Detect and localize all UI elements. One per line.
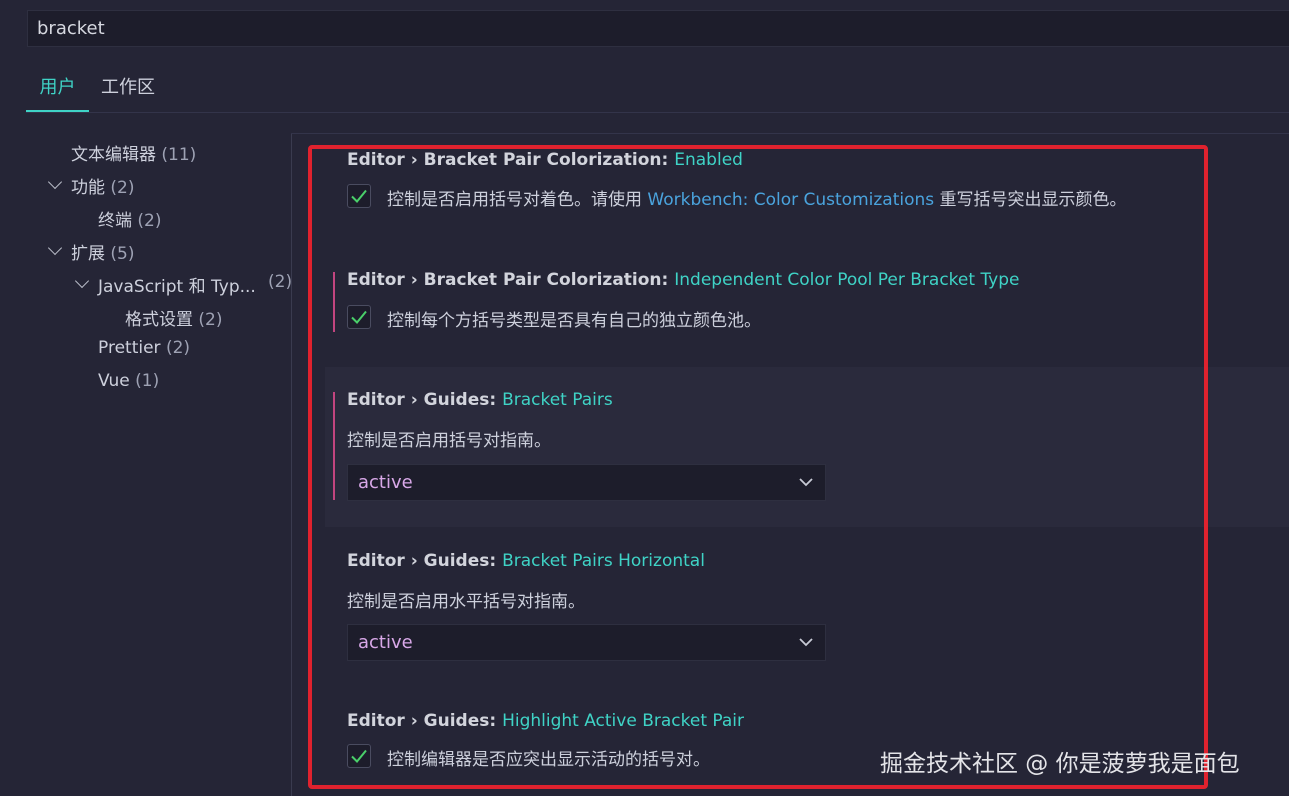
toc-count: (2): [268, 272, 293, 292]
toc-count: (5): [110, 244, 135, 264]
toc-count: (2): [198, 310, 223, 330]
toc-label: JavaScript 和 Typ...: [98, 277, 256, 297]
toc-count: (2): [110, 178, 135, 198]
watermark: 掘金技术社区 @ 你是菠萝我是面包: [880, 751, 1240, 777]
toc-item-extensions[interactable]: 扩展 (5): [71, 239, 135, 264]
chevron-down-icon[interactable]: [47, 174, 63, 190]
tab-workspace[interactable]: 工作区: [101, 70, 155, 112]
toc-label: 终端: [98, 211, 132, 231]
toc-label: 扩展: [71, 244, 105, 264]
toc-count: (2): [165, 338, 191, 358]
toc-count: (11): [161, 145, 197, 165]
toc-item-terminal[interactable]: 终端 (2): [98, 206, 162, 231]
toc-label: Vue: [98, 371, 130, 391]
toc-count: (2): [137, 211, 162, 231]
settings-panel-top-border: [291, 133, 1289, 134]
toc-count: (1): [135, 371, 160, 391]
toc-item-text-editor[interactable]: 文本编辑器 (11): [71, 140, 196, 165]
toc-label: 文本编辑器: [71, 145, 156, 165]
toc-item-javascript-typescript[interactable]: JavaScript 和 Typ... (2): [98, 272, 292, 297]
toc-item-formatting[interactable]: 格式设置 (2): [125, 305, 223, 330]
highlight-annotation-box: [308, 145, 1208, 789]
chevron-down-icon[interactable]: [74, 273, 90, 289]
chevron-down-icon[interactable]: [47, 240, 63, 256]
toc-item-features[interactable]: 功能 (2): [71, 173, 135, 198]
settings-panel-border: [291, 133, 292, 796]
toc-item-prettier[interactable]: Prettier (2): [98, 338, 190, 358]
toc-item-vue[interactable]: Vue (1): [98, 371, 159, 391]
settings-search-input[interactable]: bracket: [27, 10, 1289, 47]
toc-label: Prettier: [98, 338, 161, 358]
toc-label: 格式设置: [125, 310, 193, 330]
tabs-divider: [26, 112, 1289, 113]
tab-user[interactable]: 用户: [26, 70, 89, 112]
toc-label: 功能: [71, 178, 105, 198]
